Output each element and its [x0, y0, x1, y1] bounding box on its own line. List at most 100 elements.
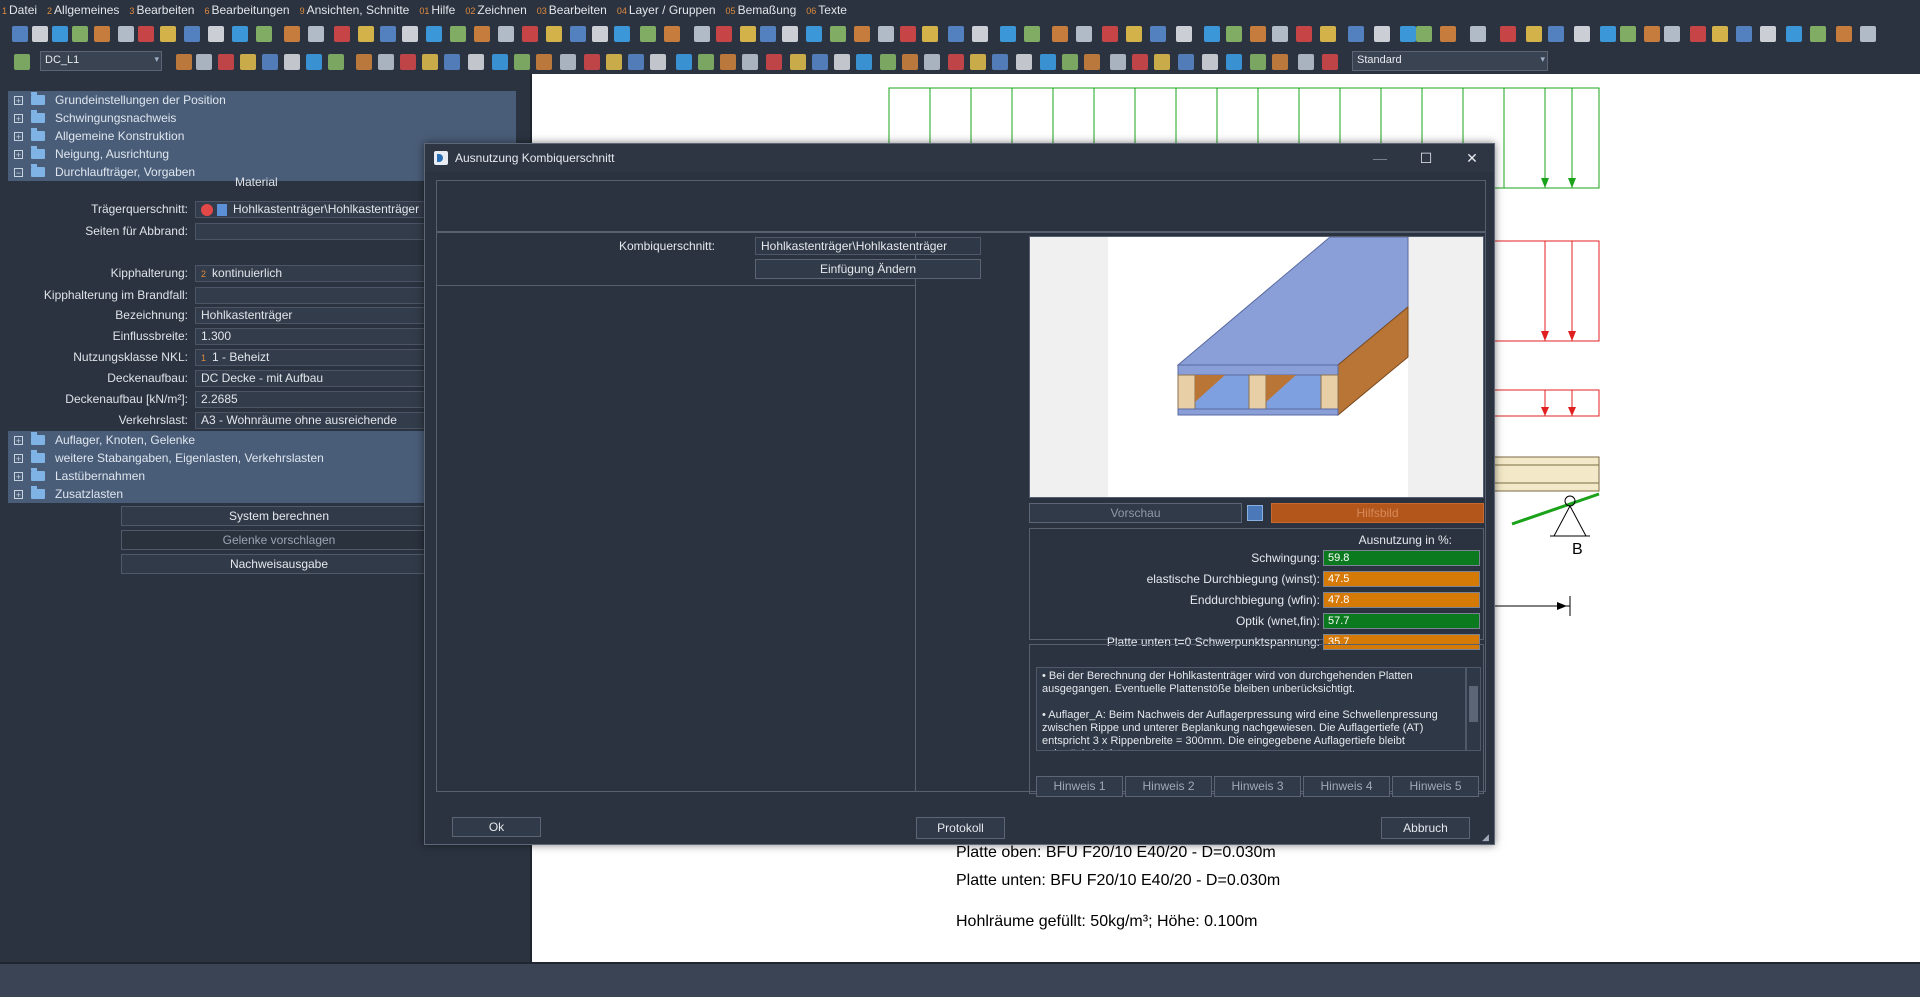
- toolbar-tool-icon[interactable]: [664, 26, 680, 42]
- toolbar-tool-icon[interactable]: [546, 26, 562, 42]
- expand-icon[interactable]: +: [14, 95, 23, 105]
- hint-tab-3[interactable]: Hinweis 3: [1214, 776, 1301, 797]
- toolbar-tool-icon[interactable]: [1024, 26, 1040, 42]
- vorschau-button[interactable]: Vorschau: [1029, 503, 1242, 523]
- toolbar-tool-icon[interactable]: [560, 54, 576, 70]
- toolbar-tool-icon[interactable]: [740, 26, 756, 42]
- toolbar-tool-icon[interactable]: [1400, 26, 1416, 42]
- toolbar-tool-icon[interactable]: [356, 54, 372, 70]
- property-field[interactable]: Hohlkastenträger\Hohlkastenträger: [195, 201, 435, 218]
- kombi-field[interactable]: Hohlkastenträger\Hohlkastenträger: [755, 237, 981, 255]
- toolbar-tool-icon[interactable]: [334, 26, 350, 42]
- property-field[interactable]: 2.2685: [195, 391, 435, 408]
- ok-button[interactable]: Ok: [452, 817, 541, 837]
- toolbar-tool-icon[interactable]: [284, 54, 300, 70]
- toolbar-tool-icon[interactable]: [1620, 26, 1636, 42]
- toolbar-tool-icon[interactable]: [1298, 54, 1314, 70]
- property-field[interactable]: [195, 223, 435, 240]
- toolbar-tool-icon[interactable]: [536, 54, 552, 70]
- property-field[interactable]: [195, 287, 435, 304]
- toolbar-tool-icon[interactable]: [948, 54, 964, 70]
- toolbar-tool-icon[interactable]: [358, 26, 374, 42]
- menu-item[interactable]: 05 Bemaßung: [726, 3, 797, 17]
- toolbar-tool-icon[interactable]: [902, 54, 918, 70]
- expand-icon[interactable]: +: [14, 131, 23, 141]
- toolbar-tool-icon[interactable]: [118, 26, 134, 42]
- toolbar-tool-icon[interactable]: [1644, 26, 1660, 42]
- menu-item[interactable]: 06 Texte: [806, 3, 847, 17]
- toolbar-tool-icon[interactable]: [1296, 26, 1312, 42]
- tree-group[interactable]: + Auflager, Knoten, Gelenke: [8, 431, 426, 449]
- toolbar-tool-icon[interactable]: [924, 54, 940, 70]
- toolbar-tool-icon[interactable]: [1226, 26, 1242, 42]
- toolbar-tool-icon[interactable]: [400, 54, 416, 70]
- toolbar-tool-icon[interactable]: [1226, 54, 1242, 70]
- resize-grip-icon[interactable]: ◢: [1482, 832, 1492, 842]
- toolbar-tool-icon[interactable]: [176, 54, 192, 70]
- toolbar-tool-icon[interactable]: [1040, 54, 1056, 70]
- hint-tab-5[interactable]: Hinweis 5: [1392, 776, 1479, 797]
- menu-item[interactable]: 2 Allgemeines: [47, 3, 119, 17]
- toolbar-tool-icon[interactable]: [1132, 54, 1148, 70]
- toolbar-tool-icon[interactable]: [1272, 54, 1288, 70]
- toolbar-tool-icon[interactable]: [970, 54, 986, 70]
- toolbar-tool-icon[interactable]: [306, 54, 322, 70]
- toolbar-tool-icon[interactable]: [474, 26, 490, 42]
- toolbar-tool-icon[interactable]: [208, 26, 224, 42]
- tree-group[interactable]: + Schwingungsnachweis: [8, 109, 516, 127]
- toolbar-tool-icon[interactable]: [138, 26, 154, 42]
- toolbar-tool-icon[interactable]: [1062, 54, 1078, 70]
- toolbar-tool-icon[interactable]: [262, 54, 278, 70]
- tree-group[interactable]: + Zusatzlasten: [8, 485, 426, 503]
- toolbar-tool-icon[interactable]: [14, 54, 30, 70]
- toolbar-tool-icon[interactable]: [32, 26, 48, 42]
- toolbar-tool-icon[interactable]: [806, 26, 822, 42]
- toolbar-tool-icon[interactable]: [1204, 26, 1220, 42]
- toolbar-tool-icon[interactable]: [1712, 26, 1728, 42]
- toolbar-tool-icon[interactable]: [160, 26, 176, 42]
- toolbar-tool-icon[interactable]: [184, 26, 200, 42]
- toolbar-tool-icon[interactable]: [1470, 26, 1486, 42]
- nachweisausgabe-button[interactable]: Nachweisausgabe: [121, 554, 437, 574]
- toolbar-tool-icon[interactable]: [972, 26, 988, 42]
- hints-textbox[interactable]: • Bei der Berechnung der Hohlkastenträge…: [1036, 667, 1466, 751]
- property-field[interactable]: A3 - Wohnräume ohne ausreichende: [195, 412, 435, 429]
- toolbar-tool-icon[interactable]: [606, 54, 622, 70]
- toolbar-tool-icon[interactable]: [1202, 54, 1218, 70]
- toolbar-tool-icon[interactable]: [402, 26, 418, 42]
- toolbar-tool-icon[interactable]: [1154, 54, 1170, 70]
- toolbar-tool-icon[interactable]: [1176, 26, 1192, 42]
- toolbar-tool-icon[interactable]: [1110, 54, 1126, 70]
- toolbar-tool-icon[interactable]: [878, 26, 894, 42]
- toolbar-tool-icon[interactable]: [584, 54, 600, 70]
- expand-icon[interactable]: +: [14, 471, 23, 481]
- gelenke-vorschlagen-button[interactable]: Gelenke vorschlagen: [121, 530, 437, 550]
- toolbar-tool-icon[interactable]: [1810, 26, 1826, 42]
- menu-item[interactable]: 3 Bearbeiten: [129, 3, 194, 17]
- toolbar-tool-icon[interactable]: [854, 26, 870, 42]
- toolbar-tool-icon[interactable]: [992, 54, 1008, 70]
- toolbar-tool-icon[interactable]: [1416, 26, 1432, 42]
- abbruch-button[interactable]: Abbruch: [1381, 817, 1470, 839]
- toolbar-tool-icon[interactable]: [1250, 26, 1266, 42]
- toolbar-tool-icon[interactable]: [694, 26, 710, 42]
- property-field[interactable]: 2 kontinuierlich: [195, 265, 435, 282]
- toolbar-tool-icon[interactable]: [720, 54, 736, 70]
- toolbar-tool-icon[interactable]: [1374, 26, 1390, 42]
- toolbar-tool-icon[interactable]: [514, 54, 530, 70]
- toolbar-tool-icon[interactable]: [1150, 26, 1166, 42]
- material-picker-icon[interactable]: [201, 203, 213, 216]
- einfuegung-aendern-button[interactable]: Einfügung Ändern: [755, 259, 981, 279]
- system-berechnen-button[interactable]: System berechnen: [121, 506, 437, 526]
- toolbar-tool-icon[interactable]: [812, 54, 828, 70]
- toolbar-tool-icon[interactable]: [1600, 26, 1616, 42]
- menu-item[interactable]: 02 Zeichnen: [465, 3, 526, 17]
- property-field[interactable]: Hohlkastenträger: [195, 307, 435, 324]
- menu-item[interactable]: 01 Hilfe: [419, 3, 455, 17]
- toolbar-tool-icon[interactable]: [232, 26, 248, 42]
- material-options-icon[interactable]: [217, 203, 227, 216]
- toolbar-tool-icon[interactable]: [444, 54, 460, 70]
- toolbar-tool-icon[interactable]: [628, 54, 644, 70]
- toolbar-tool-icon[interactable]: [1250, 54, 1266, 70]
- toolbar-tool-icon[interactable]: [284, 26, 300, 42]
